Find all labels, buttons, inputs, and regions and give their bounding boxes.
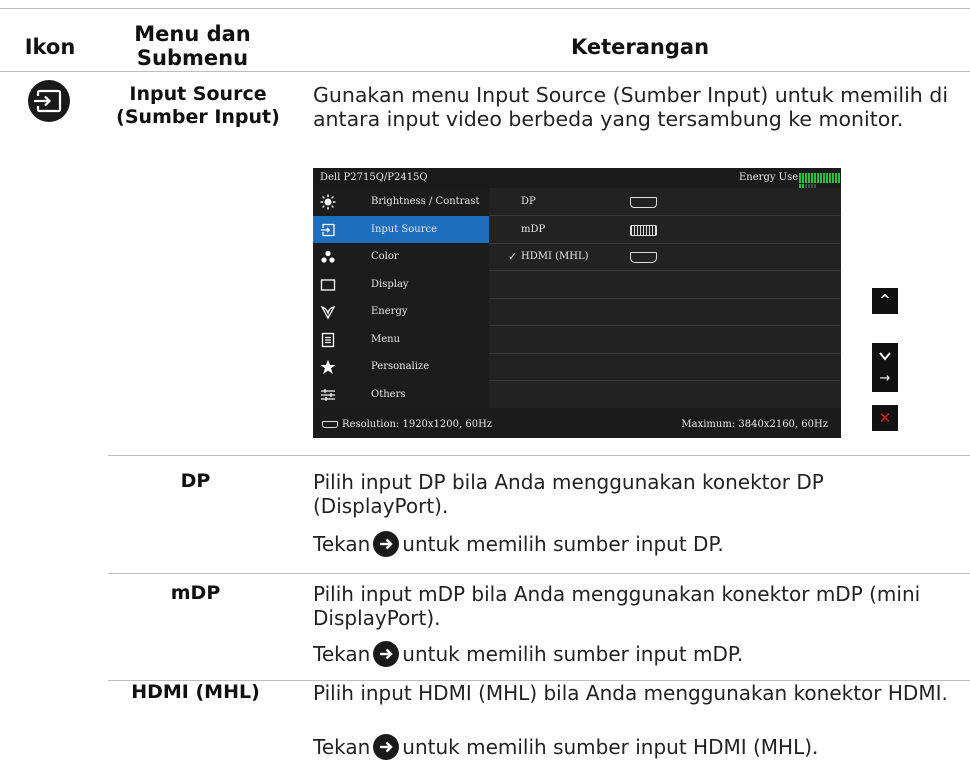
menu-input-source: Input Source (Sumber Input)	[116, 83, 280, 128]
star-icon	[320, 359, 336, 375]
osd-empty-row	[489, 326, 841, 354]
osd-menu-item-brightness-contrast[interactable]: Brightness / Contrast	[313, 188, 489, 215]
row-rule-1	[108, 455, 970, 456]
display-icon	[320, 277, 336, 293]
mdp-port-icon	[630, 224, 657, 236]
energy-bar-segment	[829, 173, 831, 183]
submenu-mdp: mDP	[170, 582, 221, 604]
right-arrow-button-icon	[373, 733, 400, 760]
energy-bar-segment	[832, 173, 834, 183]
dp-port-icon	[630, 197, 657, 208]
osd-menu-list: Brightness / Contrast Input Source Color Di…	[313, 188, 489, 408]
osd-input-dp[interactable]: DP	[489, 188, 841, 216]
osd-menu-item-label: Others	[371, 388, 406, 400]
header-description: Keterangan	[570, 35, 710, 59]
energy-bar-segment	[838, 173, 840, 183]
right-arrow-button-icon	[373, 530, 400, 557]
dp-description: Pilih input DP bila Anda menggunakan kon…	[313, 470, 824, 518]
osd-menu-item-label: Color	[371, 251, 399, 262]
color-icon	[320, 249, 336, 265]
energy-use-label: Energy Use	[739, 172, 799, 183]
energy-meter	[799, 173, 841, 194]
osd-menu-item-label: Menu	[371, 333, 401, 345]
energy-icon	[320, 304, 336, 320]
brightness-icon	[320, 194, 336, 210]
osd-menu-item-color[interactable]: Color	[313, 243, 489, 270]
energy-bar-segment	[814, 173, 816, 183]
osd-menu-item-personalize[interactable]: Personalize	[313, 353, 489, 380]
osd-empty-row	[489, 271, 841, 299]
right-arrow-button-icon	[373, 640, 400, 667]
osd-menu-item-menu[interactable]: Menu	[313, 326, 489, 353]
osd-title-bar: Dell P2715Q/P2415Q Energy Use	[313, 168, 841, 194]
top-rule	[0, 8, 970, 9]
energy-bar-segment	[817, 173, 819, 183]
energy-bar-segment	[805, 173, 807, 183]
energy-bar-segment	[808, 173, 810, 183]
check-icon: ✓	[508, 250, 518, 263]
osd-menu-item-display[interactable]: Display	[313, 271, 489, 298]
osd-input-label: mDP	[521, 223, 546, 235]
row-rule-2	[108, 573, 970, 574]
close-button[interactable]: ✕	[872, 405, 898, 431]
press-action-text: untuk memilih sumber input DP.	[402, 532, 724, 556]
energy-bar-segment	[823, 173, 825, 183]
input-source-icon	[28, 80, 70, 122]
submenu-hdmi-mhl: HDMI (MHL)	[131, 681, 260, 703]
right-button[interactable]: →	[872, 366, 898, 392]
osd-menu: Dell P2715Q/P2415Q Energy Use Brightness…	[313, 168, 841, 438]
energy-bar-segment	[802, 173, 804, 183]
osd-input-label: DP	[521, 196, 536, 207]
hdmi-instruction: Tekan untuk memilih sumber input HDMI (MH…	[313, 733, 963, 762]
osd-model: Dell P2715Q/P2415Q	[320, 172, 428, 183]
hdmi-description: Pilih input HDMI (MHL) bila Anda menggun…	[313, 681, 948, 705]
osd-menu-item-input-source[interactable]: Input Source	[313, 215, 489, 243]
osd-maximum: Maximum: 3840x2160, 60Hz	[681, 419, 828, 430]
osd-menu-item-label: Input Source	[371, 223, 438, 235]
menu-icon	[320, 332, 336, 348]
osd-empty-row	[489, 381, 841, 409]
header-icon: Ikon	[24, 35, 76, 59]
press-action-text: untuk memilih sumber input HDMI (MHL).	[402, 735, 819, 759]
osd-input-hdmi-mhl[interactable]: ✓ HDMI (MHL)	[489, 243, 841, 271]
energy-bar-segment	[799, 173, 801, 183]
osd-menu-item-energy[interactable]: Energy	[313, 298, 489, 325]
osd-input-list: DP mDP ✓ HDMI (MHL)	[489, 188, 841, 409]
mdp-instruction: Tekan untuk memilih sumber input mDP.	[313, 640, 963, 669]
hdmi-port-icon	[322, 421, 338, 428]
press-text: Tekan	[313, 642, 371, 666]
osd-menu-item-label: Brightness / Contrast	[371, 196, 480, 207]
up-button[interactable]: ^	[872, 288, 898, 314]
energy-bar-segment	[820, 173, 822, 183]
input-source-description: Gunakan menu Input Source (Sumber Input)…	[313, 83, 949, 131]
press-text: Tekan	[313, 532, 371, 556]
osd-empty-row	[489, 353, 841, 381]
osd-menu-item-label: Energy	[371, 306, 408, 317]
osd-status-bar: Resolution: 1920x1200, 60Hz Maximum: 384…	[313, 408, 841, 438]
dp-instruction: Tekan untuk memilih sumber input DP.	[313, 530, 963, 559]
press-action-text: untuk memilih sumber input mDP.	[402, 642, 744, 666]
osd-menu-item-label: Display	[371, 278, 409, 290]
hdmi-port-icon	[630, 252, 657, 263]
osd-input-mdp[interactable]: mDP	[489, 216, 841, 244]
mdp-description: Pilih input mDP bila Anda menggunakan ko…	[313, 582, 921, 630]
header-rule	[0, 71, 970, 72]
submenu-dp: DP	[180, 470, 211, 492]
others-icon	[320, 387, 336, 403]
header-menu: Menu dan Submenu	[134, 22, 251, 70]
input-source-icon	[320, 222, 336, 238]
osd-input-label: HDMI (MHL)	[521, 251, 589, 262]
osd-empty-row	[489, 298, 841, 326]
osd-menu-item-label: Personalize	[371, 361, 430, 372]
osd-menu-item-others[interactable]: Others	[313, 381, 489, 408]
press-text: Tekan	[313, 735, 371, 759]
osd-resolution: Resolution: 1920x1200, 60Hz	[342, 419, 493, 430]
energy-bar-segment	[811, 173, 813, 183]
energy-bar-segment	[826, 173, 828, 183]
energy-bar-segment	[835, 173, 837, 183]
